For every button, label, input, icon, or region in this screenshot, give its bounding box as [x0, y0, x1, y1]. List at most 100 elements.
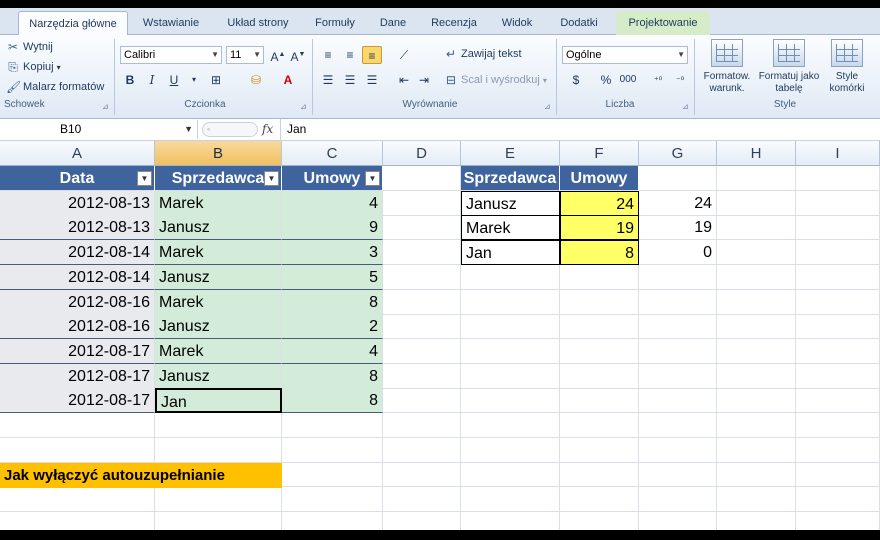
date-cell[interactable]: 2012-08-17 — [0, 388, 155, 414]
deals-cell[interactable]: 5 — [282, 264, 383, 290]
deals-cell[interactable]: 8 — [282, 289, 383, 315]
filter-dropdown-icon[interactable]: ▼ — [137, 171, 152, 186]
grid-cell[interactable] — [796, 363, 880, 389]
grid-cell[interactable] — [461, 511, 560, 530]
grid-cell[interactable] — [796, 240, 880, 266]
grid-cell[interactable] — [383, 166, 461, 191]
font-launcher-icon[interactable]: ⊿ — [300, 102, 307, 111]
format-painter-button[interactable]: 🖌 Malarz formatów — [6, 80, 104, 94]
tab-view[interactable]: Widok — [494, 11, 540, 35]
align-bottom-icon[interactable]: ≡ — [362, 46, 382, 64]
grid-cell[interactable] — [796, 190, 880, 216]
grid-cell[interactable] — [717, 511, 796, 530]
grid-cell[interactable] — [560, 413, 639, 438]
summary-deals-cell[interactable]: 8 — [560, 240, 639, 266]
grid-cell[interactable] — [560, 338, 639, 364]
number-format-select[interactable]: Ogólne ▼ — [562, 46, 688, 64]
grid-cell[interactable] — [383, 388, 461, 414]
grid-cell[interactable] — [717, 462, 796, 488]
copy-button[interactable]: ⎘ Kopiuj ▾ — [6, 60, 60, 74]
grid-cell[interactable] — [717, 437, 796, 463]
date-cell[interactable]: 2012-08-13 — [0, 215, 155, 241]
deals-cell[interactable]: 4 — [282, 338, 383, 364]
underline-button[interactable]: U — [164, 71, 184, 89]
grid-cell[interactable] — [717, 338, 796, 364]
increase-decimal-icon[interactable]: ⁺⁰ — [648, 71, 668, 89]
tab-insert[interactable]: Wstawianie — [134, 11, 208, 35]
grid-cell[interactable] — [796, 511, 880, 530]
grid-cell[interactable] — [282, 413, 383, 438]
grid-cell[interactable] — [461, 487, 560, 513]
grid-cell[interactable] — [560, 289, 639, 315]
font-color-icon[interactable]: A — [278, 71, 298, 89]
decrease-decimal-icon[interactable]: ⁻⁰ — [670, 71, 690, 89]
grid-cell[interactable] — [282, 487, 383, 513]
header-sprzedawca[interactable]: Sprzedawca ▼ — [155, 166, 282, 191]
grid-cell[interactable] — [560, 437, 639, 463]
grid-cell[interactable] — [0, 437, 155, 463]
grid-cell[interactable] — [717, 264, 796, 290]
column-header-i[interactable]: I — [796, 141, 880, 166]
align-center-icon[interactable]: ☰ — [340, 71, 360, 89]
grid-cell[interactable] — [717, 215, 796, 241]
grid-cell[interactable] — [796, 437, 880, 463]
column-header-g[interactable]: G — [639, 141, 717, 166]
grid-cell[interactable] — [383, 190, 461, 216]
grid-cell[interactable] — [796, 264, 880, 290]
grow-font-icon[interactable]: A▲ — [268, 46, 288, 64]
grid-cell[interactable] — [560, 511, 639, 530]
orientation-icon[interactable]: ⟋ — [394, 46, 414, 64]
deals-cell[interactable]: 4 — [282, 190, 383, 216]
tab-addins[interactable]: Dodatki — [550, 11, 608, 35]
grid-cell[interactable] — [461, 413, 560, 438]
grid-cell[interactable] — [461, 289, 560, 315]
grid-cell[interactable] — [383, 462, 461, 488]
grid-cell[interactable] — [560, 363, 639, 389]
grid-cell[interactable] — [796, 388, 880, 414]
date-cell[interactable]: 2012-08-16 — [0, 314, 155, 340]
merge-center-button[interactable]: ⊟ Scal i wyśrodkuj ▾ — [444, 73, 547, 87]
wrap-text-button[interactable]: ↵ Zawijaj tekst — [444, 47, 522, 61]
grid-cell[interactable] — [560, 388, 639, 414]
seller-cell[interactable]: Marek — [155, 338, 282, 364]
italic-button[interactable]: I — [142, 71, 162, 89]
tab-page-layout[interactable]: Układ strony — [218, 11, 298, 35]
grid-cell[interactable] — [560, 487, 639, 513]
align-middle-icon[interactable]: ≡ — [340, 46, 360, 64]
deals-cell[interactable]: 8 — [282, 363, 383, 389]
clipboard-launcher-icon[interactable]: ⊿ — [102, 102, 109, 111]
grid-cell[interactable] — [560, 264, 639, 290]
grid-cell[interactable] — [796, 289, 880, 315]
deals-cell[interactable]: 8 — [282, 388, 383, 414]
decrease-indent-icon[interactable]: ⇤ — [394, 71, 414, 89]
grid-cell[interactable] — [639, 166, 717, 191]
grid-cell[interactable] — [717, 413, 796, 438]
grid-cell[interactable] — [155, 413, 282, 438]
currency-icon[interactable]: $ — [566, 71, 586, 89]
grid-cell[interactable] — [796, 338, 880, 364]
underline-dropdown-icon[interactable]: ▾ — [184, 71, 204, 89]
summary-seller-cell[interactable]: Jan — [461, 240, 560, 266]
grid-cell[interactable] — [717, 240, 796, 266]
seller-cell[interactable]: Janusz — [155, 215, 282, 241]
grid-cell[interactable] — [560, 314, 639, 340]
grid-cell[interactable] — [461, 388, 560, 414]
grid-cell[interactable] — [282, 511, 383, 530]
grid-cell[interactable] — [155, 437, 282, 463]
align-right-icon[interactable]: ☰ — [362, 71, 382, 89]
grid-cell[interactable] — [639, 413, 717, 438]
grid-cell[interactable] — [383, 413, 461, 438]
alignment-launcher-icon[interactable]: ⊿ — [544, 102, 551, 111]
header-data[interactable]: Data ▼ — [0, 166, 155, 191]
deals-cell[interactable]: 2 — [282, 314, 383, 340]
grid-cell[interactable] — [383, 314, 461, 340]
grid-cell[interactable] — [639, 314, 717, 340]
column-header-f[interactable]: F — [560, 141, 639, 166]
grid-cell[interactable] — [796, 487, 880, 513]
grid-cell[interactable] — [560, 462, 639, 488]
grid-cell[interactable] — [639, 462, 717, 488]
grid-cell[interactable] — [461, 437, 560, 463]
header-umowy-summary[interactable]: Umowy — [560, 166, 639, 191]
grid-cell[interactable] — [383, 215, 461, 241]
summary-check-cell[interactable]: 19 — [639, 215, 717, 241]
